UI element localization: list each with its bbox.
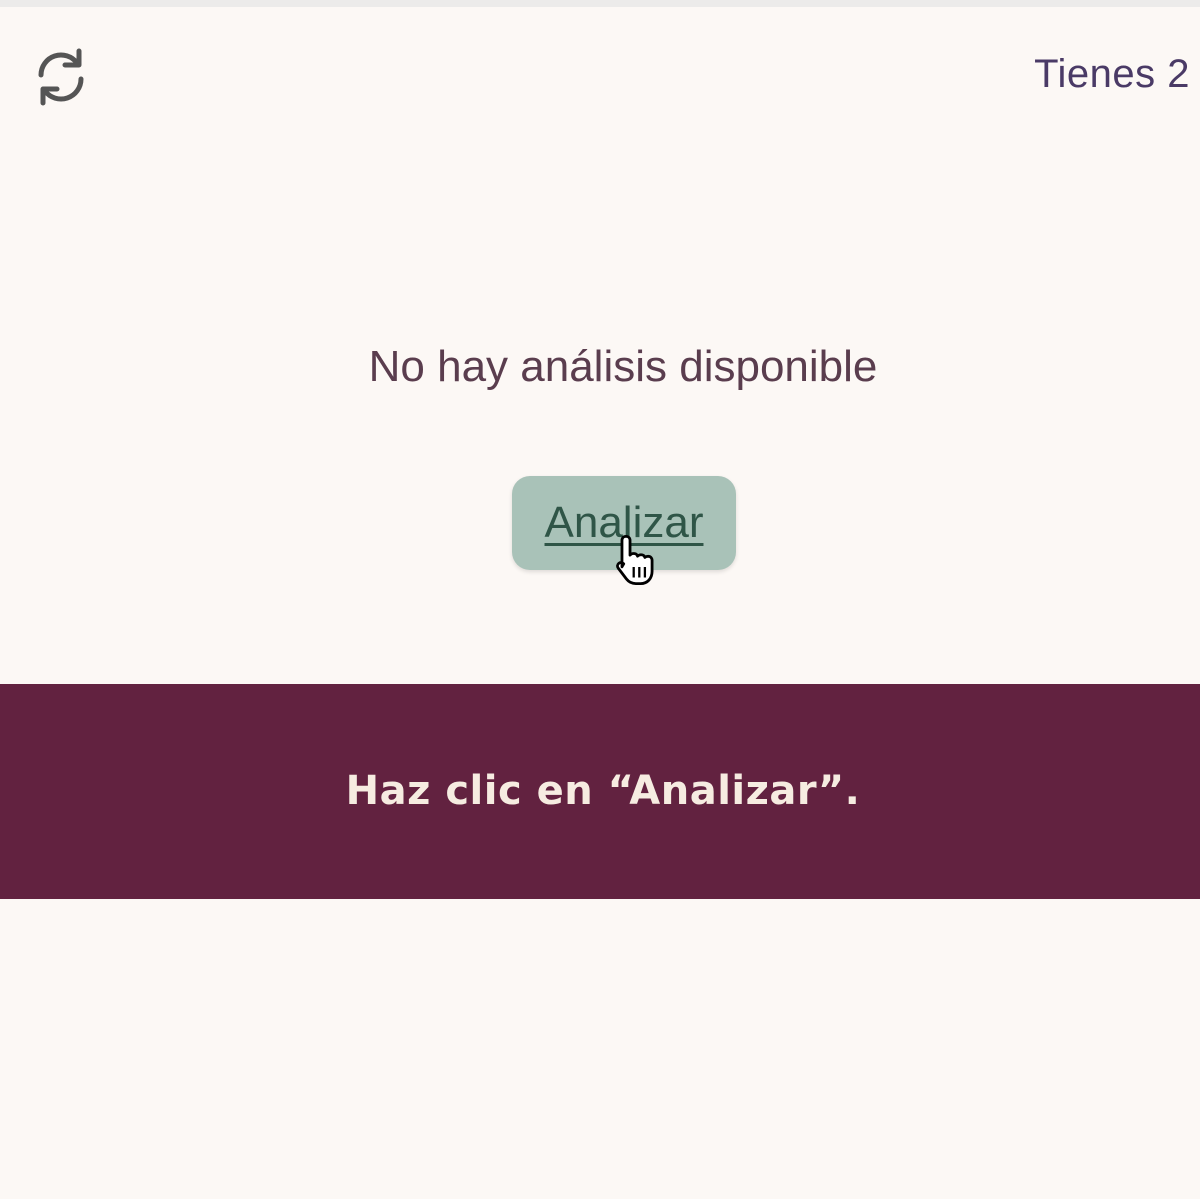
refresh-icon	[38, 48, 84, 106]
analyze-button-label: Analizar	[544, 498, 704, 547]
refresh-button[interactable]	[28, 44, 94, 110]
credits-text: Tienes 2	[1034, 52, 1190, 96]
caption-text: Haz clic en “Analizar”.	[345, 767, 861, 814]
analyze-button[interactable]: Analizar	[512, 476, 736, 570]
top-strip	[0, 0, 1200, 7]
caption-banner: Haz clic en “Analizar”.	[0, 684, 1200, 899]
empty-state-message: No hay análisis disponible	[368, 342, 878, 391]
